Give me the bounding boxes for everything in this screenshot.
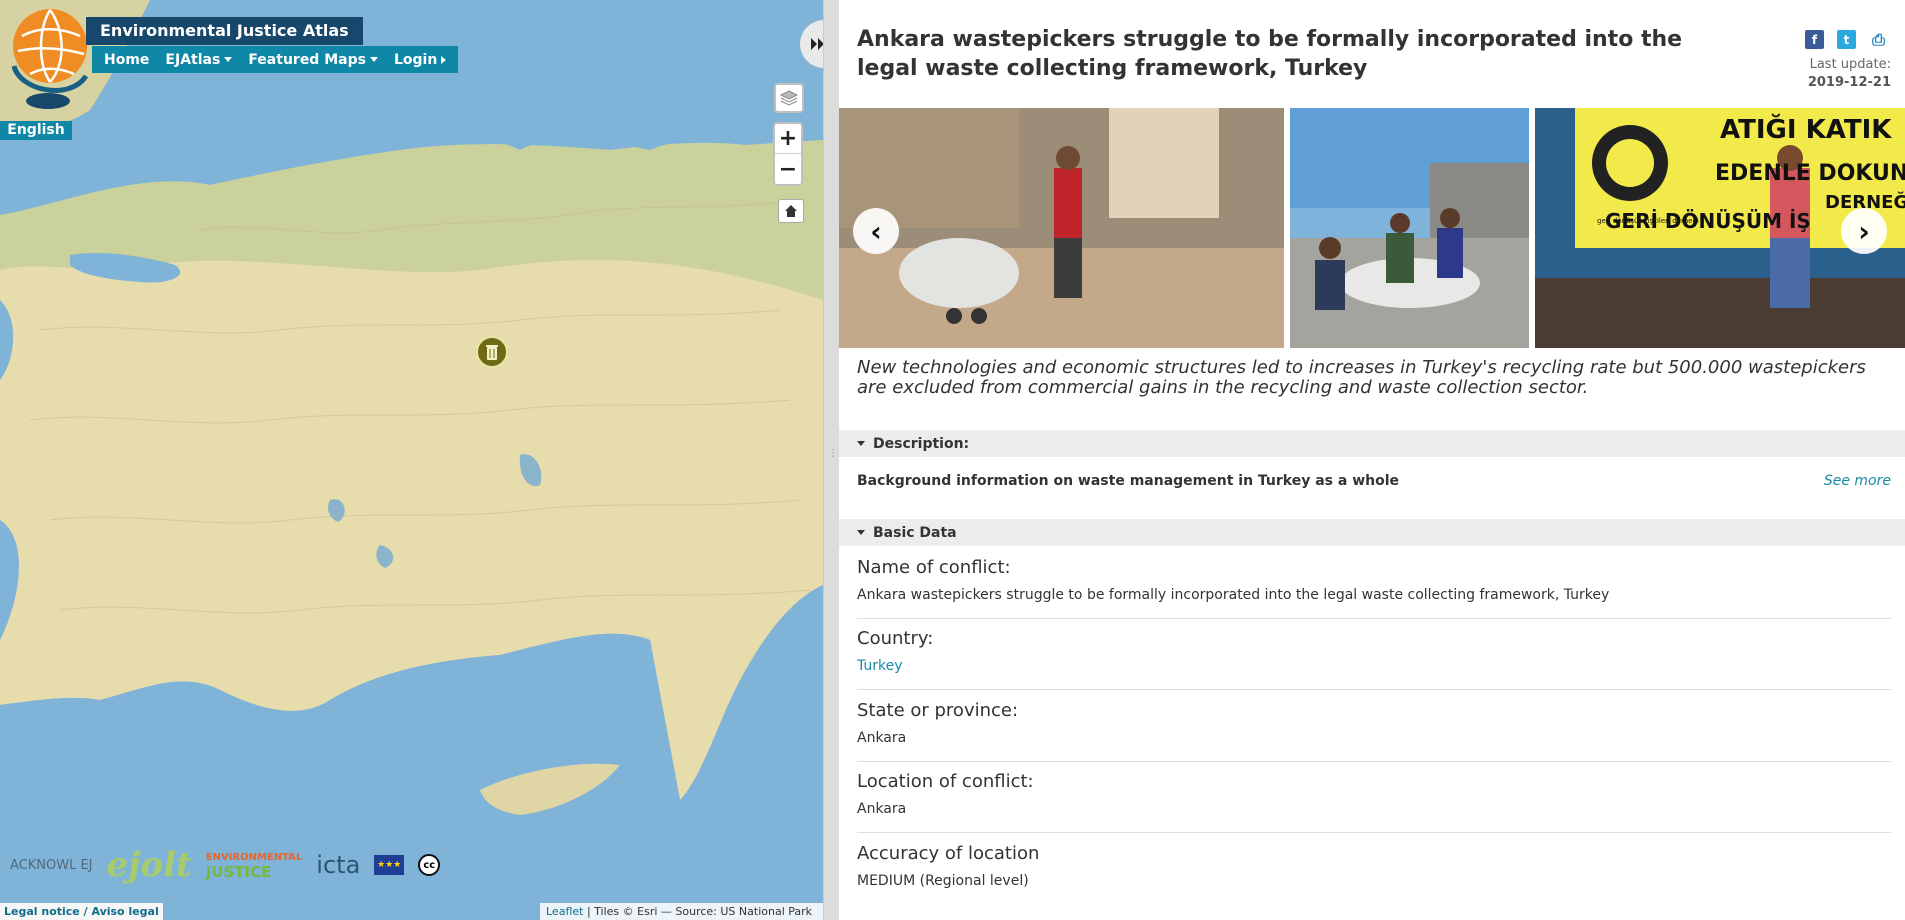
zoom-out-button[interactable]: − [775,154,801,184]
site-title[interactable]: Environmental Justice Atlas [86,17,363,45]
field-label: Country: [857,628,934,649]
grip-icon: ⋮ [828,448,838,459]
environmental-justice-logo[interactable]: ENVIRONMENTAL JUSTICE [205,851,303,881]
nav-home[interactable]: Home [96,52,157,68]
leaflet-link[interactable]: Leaflet [546,905,583,918]
home-view-button[interactable] [778,199,804,223]
last-update-date: 2019-12-21 [1807,75,1891,90]
chevron-down-icon [369,57,378,62]
field-label: Name of conflict: [857,557,1011,578]
field-label: Accuracy of location [857,843,1040,864]
field-state-or-province: State or province: Ankara [857,700,1891,762]
creative-commons-icon[interactable]: cc [418,854,441,876]
field-accuracy-of-location: Accuracy of location MEDIUM (Regional le… [857,843,1891,905]
last-update: Last update: 2019-12-21 [1808,56,1891,92]
waste-bin-icon [486,345,498,360]
eu-flag-icon[interactable]: ★★★ [374,855,405,875]
field-label: State or province: [857,700,1019,721]
nav-login-label: Login [393,51,438,68]
gallery-next-button[interactable]: › [1841,208,1887,254]
home-icon [785,205,797,217]
map-attribution: Leaflet | Tiles © Esri — Source: US Nati… [540,903,823,920]
share-buttons: f t ⎙ [1805,30,1888,49]
chevron-right-icon: › [1858,214,1870,248]
photo-wastepickers-group[interactable] [1290,108,1530,348]
icta-logo[interactable]: icta [316,851,360,879]
country-link[interactable]: Turkey [857,658,1891,674]
layers-control[interactable] [774,83,804,113]
conflict-marker[interactable] [476,336,508,368]
nav-login[interactable]: Login [386,52,454,68]
field-value: Ankara wastepickers struggle to be forma… [857,587,1610,603]
ej-logo-line2: JUSTICE [205,863,272,881]
banner-text-line2: EDENLE DOKUNMA [1715,161,1905,186]
last-update-label: Last update: [1809,57,1891,72]
map-pane[interactable]: Environmental Justice Atlas Home EJAtlas… [0,0,823,920]
layers-icon [779,90,799,106]
language-selector[interactable]: English [0,121,72,140]
legal-notice-link[interactable]: Legal notice / Aviso legal [0,903,163,920]
print-icon[interactable]: ⎙ [1869,30,1888,49]
field-label: Location of conflict: [857,771,1034,792]
twitter-icon[interactable]: t [1837,30,1856,49]
chevron-down-icon [857,441,865,446]
nav-featured-maps-label: Featured Maps [248,51,366,68]
ejatlas-logo[interactable] [10,6,90,116]
nav-ejatlas[interactable]: EJAtlas [157,52,240,68]
zoom-control: + − [773,122,803,186]
conflict-panel: Ankara wastepickers struggle to be forma… [839,0,1905,920]
ejolt-logo[interactable]: ejolt [107,845,192,885]
nav-home-label: Home [104,51,150,68]
chevron-right-icon [441,55,447,64]
field-value: Ankara [857,801,907,817]
photo-gallery: geri dönüşüm işçileri derneği ATIĞI KATI… [839,108,1905,348]
field-value: Ankara [857,730,907,746]
main-nav: Home EJAtlas Featured Maps Login [92,46,459,73]
gallery-prev-button[interactable]: ‹ [853,208,899,254]
photo-wastepicker-cart[interactable] [839,108,1285,348]
description-text: Background information on waste manageme… [857,473,1400,489]
photo-1-image [839,108,1285,348]
zoom-in-button[interactable]: + [775,124,801,154]
chevron-down-icon [857,530,865,535]
photo-2-image [1290,108,1530,348]
basic-data-section-header[interactable]: Basic Data [839,519,1905,546]
double-chevron-right-icon [810,38,823,50]
nav-featured-maps[interactable]: Featured Maps [240,52,386,68]
chevron-left-icon: ‹ [870,214,882,248]
acknowlej-logo[interactable]: ACKNOWL EJ [10,858,93,873]
field-location-of-conflict: Location of conflict: Ankara [857,771,1891,833]
field-country: Country: Turkey [857,628,1891,690]
see-more-link[interactable]: See more [1824,473,1891,489]
basic-data-heading: Basic Data [873,524,957,541]
field-value: MEDIUM (Regional level) [857,873,1029,889]
chevron-down-icon [224,57,233,62]
page-title: Ankara wastepickers struggle to be forma… [857,27,1683,81]
facebook-icon[interactable]: f [1805,30,1824,49]
panel-splitter[interactable]: ⋮ [823,0,839,920]
map-terrain [0,0,823,920]
partner-logos: ACKNOWL EJ ejolt ENVIRONMENTAL JUSTICE ic… [10,835,441,895]
conflict-summary: New technologies and economic structures… [857,357,1866,398]
nav-ejatlas-label: EJAtlas [165,51,221,68]
attribution-text: | Tiles © Esri — Source: US National Par… [586,905,813,918]
banner-text-line3: GERİ DÖNÜŞÜM İŞ [1605,209,1811,233]
description-section-header[interactable]: Description: [839,430,1905,457]
description-heading: Description: [873,435,970,452]
banner-text-line1: ATIĞI KATIK [1720,113,1892,145]
field-name-of-conflict: Name of conflict: Ankara wastepickers st… [857,557,1891,619]
